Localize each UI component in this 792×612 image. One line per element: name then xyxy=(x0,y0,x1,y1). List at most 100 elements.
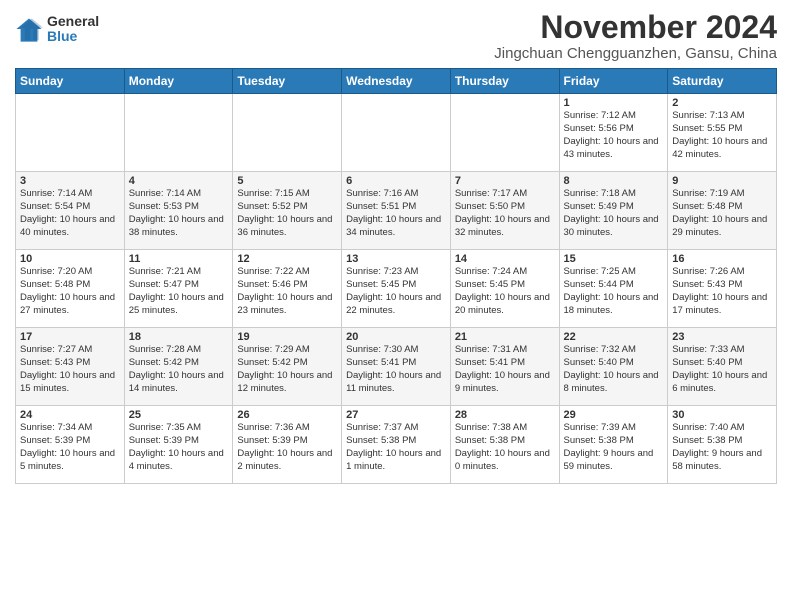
calendar-cell: 2Sunrise: 7:13 AM Sunset: 5:55 PM Daylig… xyxy=(668,94,777,172)
calendar-cell xyxy=(450,94,559,172)
logo-icon xyxy=(15,15,43,43)
day-number: 18 xyxy=(129,331,229,343)
day-number: 3 xyxy=(20,175,120,187)
day-info: Sunrise: 7:39 AM Sunset: 5:38 PM Dayligh… xyxy=(564,422,664,473)
calendar-cell: 19Sunrise: 7:29 AM Sunset: 5:42 PM Dayli… xyxy=(233,328,342,406)
day-header-thursday: Thursday xyxy=(450,69,559,94)
day-number: 5 xyxy=(237,175,337,187)
day-info: Sunrise: 7:25 AM Sunset: 5:44 PM Dayligh… xyxy=(564,266,664,317)
day-info: Sunrise: 7:18 AM Sunset: 5:49 PM Dayligh… xyxy=(564,188,664,239)
day-number: 10 xyxy=(20,253,120,265)
day-info: Sunrise: 7:38 AM Sunset: 5:38 PM Dayligh… xyxy=(455,422,555,473)
day-info: Sunrise: 7:13 AM Sunset: 5:55 PM Dayligh… xyxy=(672,110,772,161)
day-info: Sunrise: 7:21 AM Sunset: 5:47 PM Dayligh… xyxy=(129,266,229,317)
calendar-cell: 30Sunrise: 7:40 AM Sunset: 5:38 PM Dayli… xyxy=(668,406,777,484)
week-row-3: 17Sunrise: 7:27 AM Sunset: 5:43 PM Dayli… xyxy=(16,328,777,406)
day-number: 25 xyxy=(129,409,229,421)
month-title: November 2024 xyxy=(494,10,777,45)
day-info: Sunrise: 7:20 AM Sunset: 5:48 PM Dayligh… xyxy=(20,266,120,317)
day-info: Sunrise: 7:32 AM Sunset: 5:40 PM Dayligh… xyxy=(564,344,664,395)
logo-blue-text: Blue xyxy=(47,29,99,44)
day-info: Sunrise: 7:14 AM Sunset: 5:54 PM Dayligh… xyxy=(20,188,120,239)
day-number: 15 xyxy=(564,253,664,265)
day-number: 19 xyxy=(237,331,337,343)
day-number: 12 xyxy=(237,253,337,265)
calendar-cell: 5Sunrise: 7:15 AM Sunset: 5:52 PM Daylig… xyxy=(233,172,342,250)
calendar-cell: 13Sunrise: 7:23 AM Sunset: 5:45 PM Dayli… xyxy=(342,250,451,328)
day-info: Sunrise: 7:24 AM Sunset: 5:45 PM Dayligh… xyxy=(455,266,555,317)
day-number: 16 xyxy=(672,253,772,265)
calendar-cell: 23Sunrise: 7:33 AM Sunset: 5:40 PM Dayli… xyxy=(668,328,777,406)
day-info: Sunrise: 7:37 AM Sunset: 5:38 PM Dayligh… xyxy=(346,422,446,473)
day-info: Sunrise: 7:15 AM Sunset: 5:52 PM Dayligh… xyxy=(237,188,337,239)
day-number: 24 xyxy=(20,409,120,421)
calendar-cell xyxy=(16,94,125,172)
calendar-cell xyxy=(233,94,342,172)
day-number: 9 xyxy=(672,175,772,187)
day-number: 22 xyxy=(564,331,664,343)
week-row-4: 24Sunrise: 7:34 AM Sunset: 5:39 PM Dayli… xyxy=(16,406,777,484)
day-number: 26 xyxy=(237,409,337,421)
calendar-cell xyxy=(342,94,451,172)
day-number: 20 xyxy=(346,331,446,343)
week-row-0: 1Sunrise: 7:12 AM Sunset: 5:56 PM Daylig… xyxy=(16,94,777,172)
calendar-cell: 1Sunrise: 7:12 AM Sunset: 5:56 PM Daylig… xyxy=(559,94,668,172)
day-info: Sunrise: 7:31 AM Sunset: 5:41 PM Dayligh… xyxy=(455,344,555,395)
header: General Blue November 2024 Jingchuan Che… xyxy=(15,10,777,62)
day-info: Sunrise: 7:36 AM Sunset: 5:39 PM Dayligh… xyxy=(237,422,337,473)
day-number: 29 xyxy=(564,409,664,421)
day-header-friday: Friday xyxy=(559,69,668,94)
day-header-monday: Monday xyxy=(124,69,233,94)
day-info: Sunrise: 7:27 AM Sunset: 5:43 PM Dayligh… xyxy=(20,344,120,395)
day-number: 13 xyxy=(346,253,446,265)
day-number: 28 xyxy=(455,409,555,421)
day-info: Sunrise: 7:12 AM Sunset: 5:56 PM Dayligh… xyxy=(564,110,664,161)
title-block: November 2024 Jingchuan Chengguanzhen, G… xyxy=(494,10,777,62)
calendar-cell: 20Sunrise: 7:30 AM Sunset: 5:41 PM Dayli… xyxy=(342,328,451,406)
day-number: 11 xyxy=(129,253,229,265)
calendar-cell: 21Sunrise: 7:31 AM Sunset: 5:41 PM Dayli… xyxy=(450,328,559,406)
calendar-cell: 15Sunrise: 7:25 AM Sunset: 5:44 PM Dayli… xyxy=(559,250,668,328)
day-number: 7 xyxy=(455,175,555,187)
day-number: 27 xyxy=(346,409,446,421)
day-header-sunday: Sunday xyxy=(16,69,125,94)
logo: General Blue xyxy=(15,14,99,45)
day-number: 23 xyxy=(672,331,772,343)
day-number: 6 xyxy=(346,175,446,187)
calendar-cell xyxy=(124,94,233,172)
calendar-cell: 6Sunrise: 7:16 AM Sunset: 5:51 PM Daylig… xyxy=(342,172,451,250)
calendar-cell: 11Sunrise: 7:21 AM Sunset: 5:47 PM Dayli… xyxy=(124,250,233,328)
calendar-cell: 3Sunrise: 7:14 AM Sunset: 5:54 PM Daylig… xyxy=(16,172,125,250)
calendar-cell: 9Sunrise: 7:19 AM Sunset: 5:48 PM Daylig… xyxy=(668,172,777,250)
day-number: 30 xyxy=(672,409,772,421)
calendar-cell: 17Sunrise: 7:27 AM Sunset: 5:43 PM Dayli… xyxy=(16,328,125,406)
day-info: Sunrise: 7:29 AM Sunset: 5:42 PM Dayligh… xyxy=(237,344,337,395)
week-row-2: 10Sunrise: 7:20 AM Sunset: 5:48 PM Dayli… xyxy=(16,250,777,328)
calendar-cell: 16Sunrise: 7:26 AM Sunset: 5:43 PM Dayli… xyxy=(668,250,777,328)
location: Jingchuan Chengguanzhen, Gansu, China xyxy=(494,45,777,62)
day-info: Sunrise: 7:14 AM Sunset: 5:53 PM Dayligh… xyxy=(129,188,229,239)
day-number: 21 xyxy=(455,331,555,343)
calendar-cell: 26Sunrise: 7:36 AM Sunset: 5:39 PM Dayli… xyxy=(233,406,342,484)
calendar-cell: 18Sunrise: 7:28 AM Sunset: 5:42 PM Dayli… xyxy=(124,328,233,406)
calendar-cell: 7Sunrise: 7:17 AM Sunset: 5:50 PM Daylig… xyxy=(450,172,559,250)
day-header-saturday: Saturday xyxy=(668,69,777,94)
day-info: Sunrise: 7:30 AM Sunset: 5:41 PM Dayligh… xyxy=(346,344,446,395)
logo-general-text: General xyxy=(47,14,99,29)
day-info: Sunrise: 7:23 AM Sunset: 5:45 PM Dayligh… xyxy=(346,266,446,317)
day-header-tuesday: Tuesday xyxy=(233,69,342,94)
calendar-table: SundayMondayTuesdayWednesdayThursdayFrid… xyxy=(15,68,777,484)
calendar-cell: 25Sunrise: 7:35 AM Sunset: 5:39 PM Dayli… xyxy=(124,406,233,484)
week-row-1: 3Sunrise: 7:14 AM Sunset: 5:54 PM Daylig… xyxy=(16,172,777,250)
calendar-cell: 10Sunrise: 7:20 AM Sunset: 5:48 PM Dayli… xyxy=(16,250,125,328)
day-info: Sunrise: 7:35 AM Sunset: 5:39 PM Dayligh… xyxy=(129,422,229,473)
calendar-cell: 22Sunrise: 7:32 AM Sunset: 5:40 PM Dayli… xyxy=(559,328,668,406)
day-header-wednesday: Wednesday xyxy=(342,69,451,94)
day-number: 2 xyxy=(672,97,772,109)
day-number: 14 xyxy=(455,253,555,265)
day-info: Sunrise: 7:34 AM Sunset: 5:39 PM Dayligh… xyxy=(20,422,120,473)
calendar-cell: 24Sunrise: 7:34 AM Sunset: 5:39 PM Dayli… xyxy=(16,406,125,484)
calendar-cell: 4Sunrise: 7:14 AM Sunset: 5:53 PM Daylig… xyxy=(124,172,233,250)
logo-text: General Blue xyxy=(47,14,99,45)
calendar-cell: 27Sunrise: 7:37 AM Sunset: 5:38 PM Dayli… xyxy=(342,406,451,484)
